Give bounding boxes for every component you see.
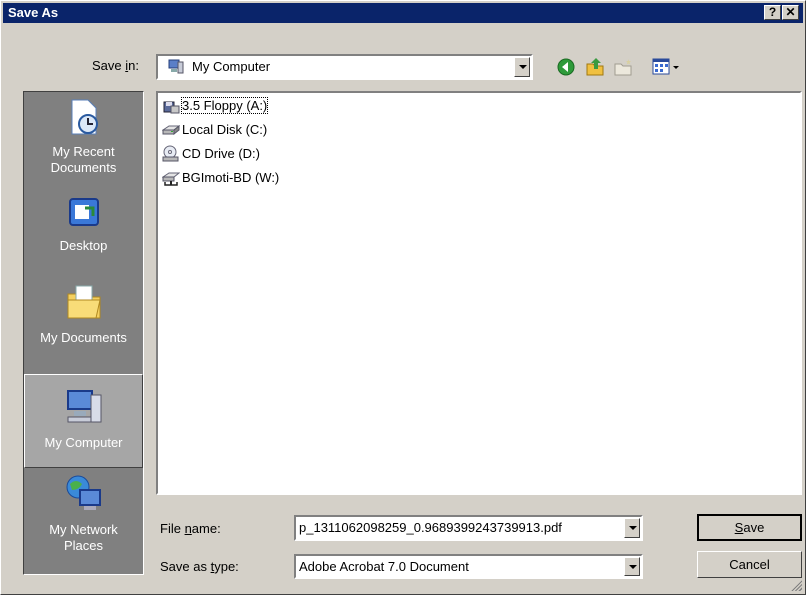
place-label: My Documents <box>40 330 127 345</box>
save-button[interactable]: Save <box>697 514 802 541</box>
file-name: CD Drive (D:) <box>182 146 260 161</box>
place-my-network-places[interactable]: My Network Places <box>24 474 143 564</box>
my-documents-icon <box>24 282 143 326</box>
place-my-documents[interactable]: My Documents <box>24 282 143 358</box>
title-bar[interactable]: Save As ? ✕ <box>3 3 803 23</box>
place-my-recent-documents[interactable]: My Recent Documents <box>24 98 143 188</box>
cd-drive-icon <box>162 145 180 163</box>
help-button[interactable]: ? <box>764 5 781 20</box>
my-computer-icon <box>167 58 185 79</box>
floppy-drive-icon <box>162 97 180 115</box>
back-icon[interactable] <box>556 57 576 80</box>
place-desktop[interactable]: Desktop <box>24 196 143 266</box>
close-button[interactable]: ✕ <box>782 5 799 20</box>
file-name: Local Disk (C:) <box>182 122 268 137</box>
places-bar: My Recent Documents Desktop My Documents… <box>23 91 144 575</box>
hard-disk-icon <box>161 121 181 139</box>
views-menu-icon[interactable] <box>652 58 682 79</box>
save-as-dialog: Save As ? ✕ Save in: My Computer My Rece… <box>0 0 806 595</box>
resize-grip[interactable] <box>790 579 802 591</box>
place-label: My Computer <box>44 435 123 450</box>
file-name-label: File name: <box>160 521 221 536</box>
save-as-type-label: Save as type: <box>160 559 239 574</box>
place-label: My Recent Documents <box>50 144 117 175</box>
network-drive-icon <box>161 169 181 187</box>
file-name-dropdown-button[interactable] <box>624 518 640 538</box>
cancel-button[interactable]: Cancel <box>697 551 802 578</box>
save-in-value: My Computer <box>192 59 271 74</box>
network-places-icon <box>24 474 143 518</box>
place-label: Desktop <box>59 238 108 253</box>
save-as-type-dropdown-button[interactable] <box>624 557 640 576</box>
desktop-icon <box>24 196 143 234</box>
recent-documents-icon <box>24 98 143 140</box>
place-label: My Network Places <box>49 522 118 553</box>
up-folder-icon[interactable] <box>584 56 606 81</box>
dialog-title: Save As <box>8 5 59 20</box>
save-in-dropdown-button[interactable] <box>514 57 530 77</box>
file-name: 3.5 Floppy (A:) <box>180 97 269 114</box>
file-name: BGImoti-BD (W:) <box>182 170 280 185</box>
file-name-input[interactable]: p_1311062098259_0.9689399243739913.pdf <box>299 520 562 535</box>
file-name-combo[interactable]: p_1311062098259_0.9689399243739913.pdf <box>294 515 643 541</box>
save-in-combo[interactable]: My Computer <box>156 54 533 80</box>
place-my-computer[interactable]: My Computer <box>24 374 143 468</box>
my-computer-icon <box>25 387 142 431</box>
save-in-label: Save in: <box>92 58 139 73</box>
new-folder-icon[interactable] <box>612 57 634 80</box>
save-as-type-value: Adobe Acrobat 7.0 Document <box>299 559 469 574</box>
file-list[interactable]: 3.5 Floppy (A:) Local Disk (C:) CD Drive… <box>156 91 802 495</box>
save-as-type-select[interactable]: Adobe Acrobat 7.0 Document <box>294 554 643 579</box>
